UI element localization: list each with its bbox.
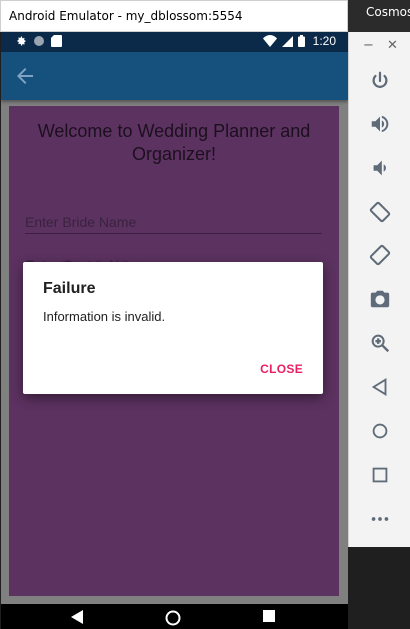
power-icon [372, 71, 388, 88]
window-title: Android Emulator - my_dblossom:5554 [9, 9, 243, 23]
navigation-bar [1, 604, 348, 629]
rotate-left-icon [369, 201, 391, 223]
gear-icon [17, 36, 26, 46]
wifi-icon [262, 35, 277, 47]
back-button[interactable] [367, 374, 393, 400]
zoom-icon [371, 334, 390, 353]
signal-icon [281, 35, 293, 47]
rotate-left-button[interactable] [367, 199, 393, 225]
back-triangle-icon[interactable] [71, 610, 83, 624]
battery-icon [297, 35, 305, 47]
status-bar: 1:20 [1, 32, 348, 52]
arrow-back-icon[interactable] [13, 64, 37, 88]
volume-up-icon [371, 115, 389, 133]
app-bar [1, 52, 348, 100]
overview-button[interactable] [367, 462, 393, 488]
background-window-tab[interactable]: Cosmos [348, 0, 410, 32]
screenshot-button[interactable] [367, 286, 393, 312]
sd-card-icon [51, 35, 62, 47]
more-icon [371, 517, 389, 521]
volume-down-button[interactable] [367, 155, 393, 181]
close-window-button[interactable]: ✕ [387, 38, 398, 53]
more-button[interactable] [367, 506, 393, 532]
minimize-button[interactable]: − [363, 38, 374, 53]
circle-icon [34, 36, 44, 46]
home-button[interactable] [367, 418, 393, 444]
window-title-bar: Android Emulator - my_dblossom:5554 [0, 0, 348, 32]
camera-icon [370, 290, 390, 308]
emulator-toolbar: − ✕ [348, 32, 410, 547]
desktop-background [348, 547, 410, 629]
dialog-title: Failure [43, 280, 96, 297]
back-icon [371, 378, 387, 396]
background-window-title: Cosmos [366, 5, 410, 19]
home-icon [372, 423, 388, 439]
power-button[interactable] [367, 68, 393, 94]
close-button[interactable]: CLOSE [260, 362, 303, 376]
home-circle-icon[interactable] [165, 610, 181, 626]
rotate-right-icon [369, 244, 391, 266]
zoom-button[interactable] [367, 330, 393, 356]
status-time: 1:20 [312, 34, 336, 48]
overview-icon [372, 467, 388, 483]
recents-square-icon[interactable] [263, 610, 275, 622]
volume-down-icon [373, 160, 386, 176]
volume-up-button[interactable] [367, 111, 393, 137]
rotate-right-button[interactable] [367, 242, 393, 268]
failure-dialog: Failure Information is invalid. CLOSE [23, 262, 323, 394]
dialog-message: Information is invalid. [43, 309, 166, 324]
